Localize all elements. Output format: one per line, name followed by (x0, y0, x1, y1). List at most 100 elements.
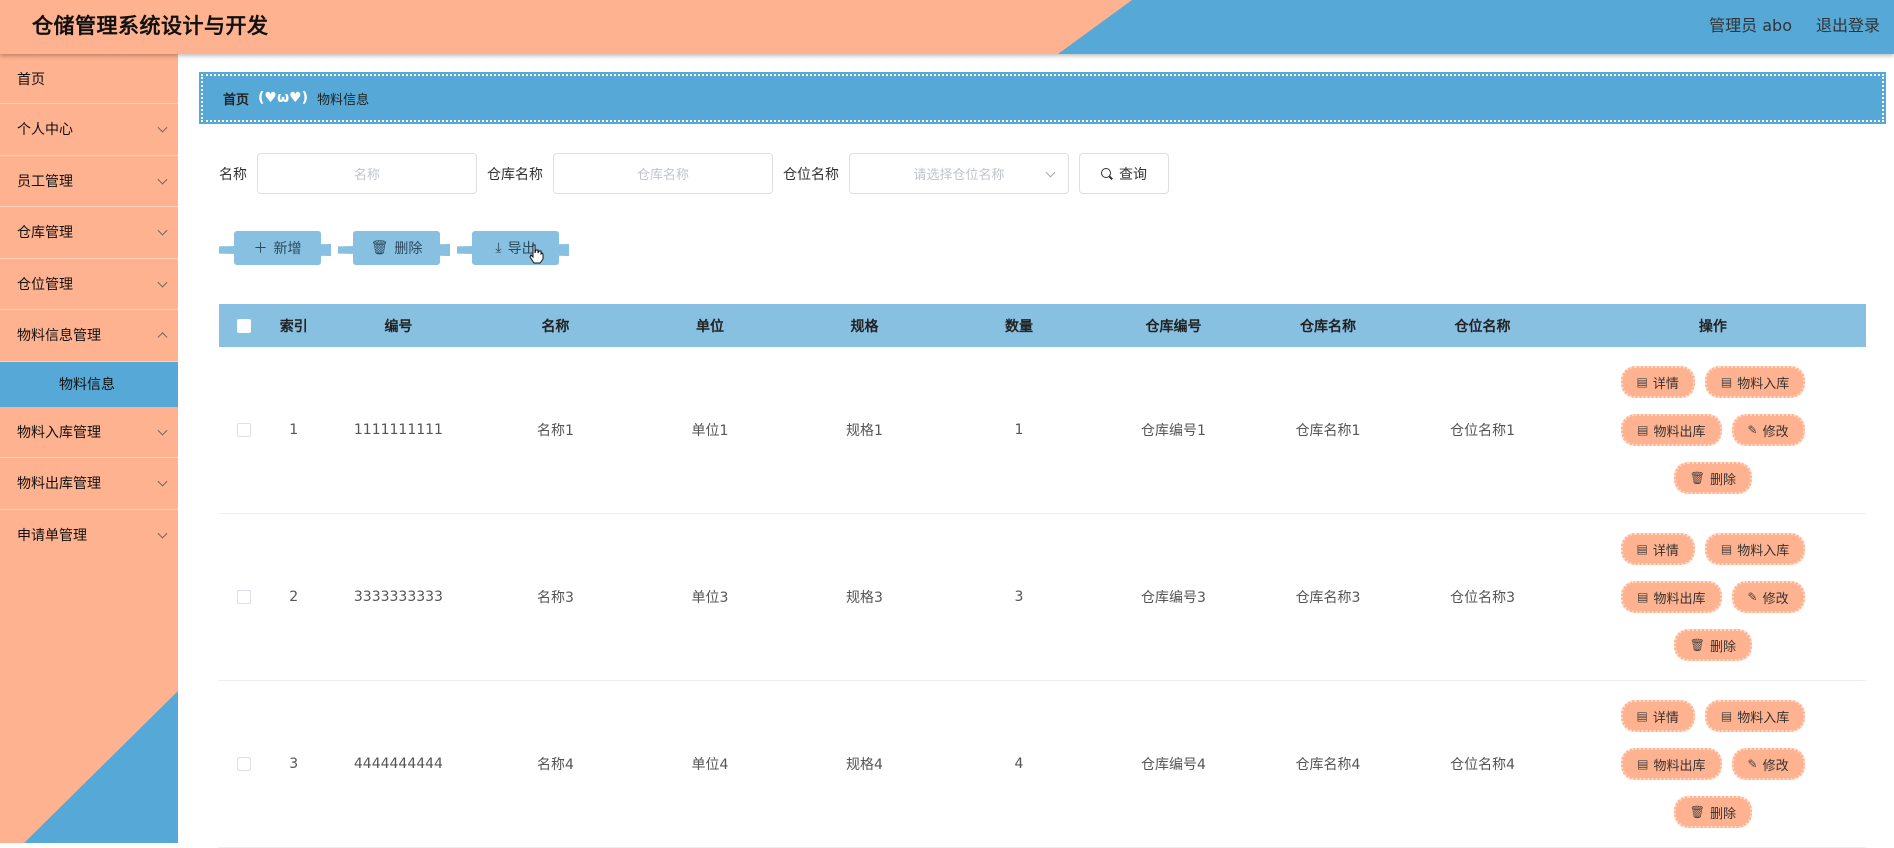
cell-warehouse-code: 仓库编号4 (1141, 757, 1206, 773)
sidebar-item-label: 仓库管理 (17, 225, 73, 242)
select-all-cell (219, 318, 269, 333)
row-delete-button[interactable]: 🗑 删除 (1673, 796, 1752, 828)
export-button-face: ⤓ 导出 (472, 231, 559, 265)
name-input[interactable]: 名称 (257, 153, 477, 194)
row-checkbox[interactable] (236, 590, 251, 604)
edit-button-label: 修改 (1762, 591, 1789, 607)
sidebar-item-label: 个人中心 (17, 122, 73, 139)
plus-icon: ＋ (253, 241, 268, 257)
download-icon: ⤓ (495, 240, 502, 256)
header-index: 索引 (279, 318, 308, 335)
cell-spec: 规格1 (846, 423, 883, 439)
sidebar-item-staff[interactable]: 员工管理 (0, 156, 178, 207)
header-quantity: 数量 (1004, 318, 1033, 335)
detail-button[interactable]: ▤ 详情 (1620, 533, 1695, 565)
chevron-down-icon (157, 425, 168, 436)
breadcrumb: 首页 (♥ω♥) 物料信息 (199, 72, 1886, 124)
edit-icon: ✎ (1747, 757, 1758, 771)
table-header: 索引 编号 名称 单位 规格 数量 仓库编号 仓库名称 仓位名称 操作 (219, 304, 1866, 347)
header-name: 名称 (541, 318, 570, 335)
outbound-button[interactable]: ▤ 物料出库 (1621, 414, 1722, 446)
location-select[interactable]: 请选择仓位名称 (849, 153, 1069, 194)
chevron-down-icon (157, 277, 168, 288)
trash-icon: 🗑 (370, 240, 389, 256)
document-icon: ▤ (1637, 423, 1649, 437)
edit-button[interactable]: ✎ 修改 (1731, 581, 1805, 613)
sidebar-item-outbound[interactable]: 物料出库管理 (0, 458, 178, 510)
logout-link[interactable]: 退出登录 (1816, 12, 1880, 36)
sidebar-item-requests[interactable]: 申请单管理 (0, 510, 178, 562)
header-warehouse-name: 仓库名称 (1300, 318, 1357, 335)
inbound-button[interactable]: ▤ 物料入库 (1704, 700, 1806, 732)
inbound-button[interactable]: ▤ 物料入库 (1704, 533, 1806, 565)
chevron-down-icon (157, 122, 168, 133)
inbound-button-label: 物料入库 (1737, 710, 1790, 726)
cell-name: 名称4 (536, 757, 574, 773)
row-checkbox[interactable] (236, 423, 251, 437)
user-name[interactable]: 管理员 abo (1709, 12, 1792, 36)
cell-warehouse-name: 仓库名称3 (1295, 590, 1361, 606)
document-icon: ▤ (1637, 757, 1649, 771)
cell-spec: 规格3 (846, 590, 883, 606)
delete-button-face: 🗑 删除 (353, 231, 440, 265)
sidebar-item-label: 物料出库管理 (17, 476, 101, 493)
cell-code: 1111111111 (353, 422, 443, 438)
select-all-checkbox[interactable] (236, 318, 251, 333)
delete-button[interactable]: 🗑 删除 (338, 231, 457, 269)
document-icon: ▤ (1720, 375, 1733, 389)
row-operations: ▤ 详情 ▤ 物料入库 ▤ 物料出库 ✎ 修改 🗑 删除 (1560, 533, 1866, 661)
export-button[interactable]: ⤓ 导出 (457, 231, 576, 269)
detail-button[interactable]: ▤ 详情 (1620, 700, 1695, 732)
detail-button-label: 详情 (1652, 376, 1679, 392)
sidebar-item-location[interactable]: 仓位管理 (0, 259, 178, 310)
trash-icon: 🗑 (1689, 471, 1705, 485)
add-button[interactable]: ＋ 新增 (219, 231, 338, 269)
outbound-button[interactable]: ▤ 物料出库 (1621, 581, 1722, 613)
edit-icon: ✎ (1747, 590, 1758, 604)
cell-name: 名称1 (536, 423, 574, 439)
chevron-down-icon (1045, 167, 1056, 178)
table-row: 1 1111111111 名称1 单位1 规格1 1 仓库编号1 仓库名称1 仓… (219, 347, 1866, 514)
header-user-area: 管理员 abo 退出登录 (1709, 12, 1880, 36)
edit-button[interactable]: ✎ 修改 (1731, 748, 1805, 780)
location-select-placeholder: 请选择仓位名称 (913, 168, 1005, 183)
edit-button-label: 修改 (1762, 758, 1789, 774)
breadcrumb-home[interactable]: 首页 (223, 89, 249, 108)
document-icon: ▤ (1636, 542, 1648, 556)
sidebar-item-warehouse[interactable]: 仓库管理 (0, 207, 178, 259)
trash-icon: 🗑 (1689, 638, 1705, 652)
row-checkbox[interactable] (236, 757, 251, 771)
row-delete-button[interactable]: 🗑 删除 (1673, 462, 1752, 494)
detail-button[interactable]: ▤ 详情 (1620, 366, 1695, 398)
cell-warehouse-code: 仓库编号1 (1141, 423, 1206, 439)
row-delete-button-label: 删除 (1709, 472, 1736, 488)
sidebar-item-material[interactable]: 物料信息管理 (0, 310, 178, 362)
sidebar-subitem-material-info[interactable]: 物料信息 (0, 361, 178, 407)
inbound-button[interactable]: ▤ 物料入库 (1704, 366, 1806, 398)
row-delete-button-label: 删除 (1709, 639, 1736, 655)
row-select-cell (219, 423, 269, 437)
top-header: 仓储管理系统设计与开发 管理员 abo 退出登录 (0, 0, 1894, 54)
outbound-button-label: 物料出库 (1653, 591, 1706, 607)
row-delete-button[interactable]: 🗑 删除 (1673, 629, 1752, 661)
inbound-button-label: 物料入库 (1737, 543, 1790, 559)
header-unit: 单位 (695, 318, 724, 335)
header-blue-band (1058, 0, 1894, 54)
sidebar-item-home[interactable]: 首页 (0, 54, 178, 104)
cell-location-name: 仓位名称3 (1450, 590, 1515, 606)
row-operations: ▤ 详情 ▤ 物料入库 ▤ 物料出库 ✎ 修改 🗑 删除 (1560, 700, 1866, 828)
edit-button[interactable]: ✎ 修改 (1731, 414, 1805, 446)
outbound-button[interactable]: ▤ 物料出库 (1621, 748, 1722, 780)
sidebar-item-inbound[interactable]: 物料入库管理 (0, 407, 178, 458)
warehouse-name-input[interactable]: 仓库名称 (553, 153, 773, 194)
sidebar-item-personal[interactable]: 个人中心 (0, 104, 178, 156)
breadcrumb-separator: (♥ω♥) (258, 90, 309, 106)
cell-warehouse-name: 仓库名称1 (1295, 423, 1361, 439)
query-button[interactable]: 查询 (1079, 153, 1169, 194)
add-button-face: ＋ 新增 (234, 231, 321, 265)
cell-unit: 单位3 (691, 590, 729, 606)
search-bar: 名称 名称 仓库名称 仓库名称 仓位名称 请选择仓位名称 查询 (219, 153, 1169, 194)
cell-location-name: 仓位名称4 (1450, 757, 1515, 773)
row-delete-button-label: 删除 (1709, 806, 1736, 822)
chevron-up-icon (157, 332, 168, 343)
